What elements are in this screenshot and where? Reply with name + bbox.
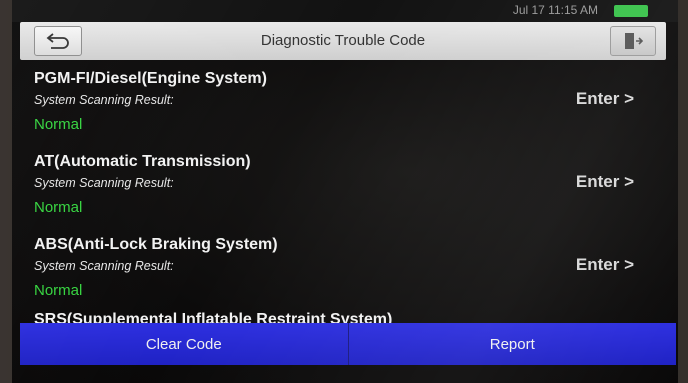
status-bar: Jul 17 11:15 AM: [12, 0, 678, 22]
enter-button[interactable]: Enter >: [576, 89, 634, 109]
system-item-abs: ABS(Anti-Lock Braking System) System Sca…: [12, 228, 678, 311]
device-screen: Jul 17 11:15 AM Diagnostic Trouble Code …: [12, 0, 678, 383]
clear-code-button[interactable]: Clear Code: [20, 323, 349, 365]
system-name: PGM-FI/Diesel(Engine System): [34, 70, 267, 87]
report-button[interactable]: Report: [348, 323, 676, 365]
system-name: AT(Automatic Transmission): [34, 153, 251, 170]
scan-result-label: System Scanning Result:: [34, 176, 174, 190]
page-title: Diagnostic Trouble Code: [260, 32, 426, 49]
exit-button[interactable]: [610, 26, 656, 56]
enter-button[interactable]: Enter >: [576, 172, 634, 192]
system-name: ABS(Anti-Lock Braking System): [34, 236, 278, 253]
system-item-engine: PGM-FI/Diesel(Engine System) System Scan…: [12, 62, 678, 145]
title-bar: Diagnostic Trouble Code: [20, 22, 666, 60]
scan-status: Normal: [34, 199, 83, 216]
status-time: Jul 17 11:15 AM: [512, 3, 598, 17]
battery-icon: [614, 5, 648, 17]
scan-result-label: System Scanning Result:: [34, 93, 174, 107]
scan-status: Normal: [34, 116, 83, 133]
scan-result-label: System Scanning Result:: [34, 259, 174, 273]
exit-door-icon: [625, 33, 644, 49]
action-bar: Clear Code Report: [20, 323, 676, 365]
system-list: PGM-FI/Diesel(Engine System) System Scan…: [12, 62, 678, 325]
enter-button[interactable]: Enter >: [576, 255, 634, 275]
system-item-transmission: AT(Automatic Transmission) System Scanni…: [12, 145, 678, 228]
scan-status: Normal: [34, 282, 83, 299]
